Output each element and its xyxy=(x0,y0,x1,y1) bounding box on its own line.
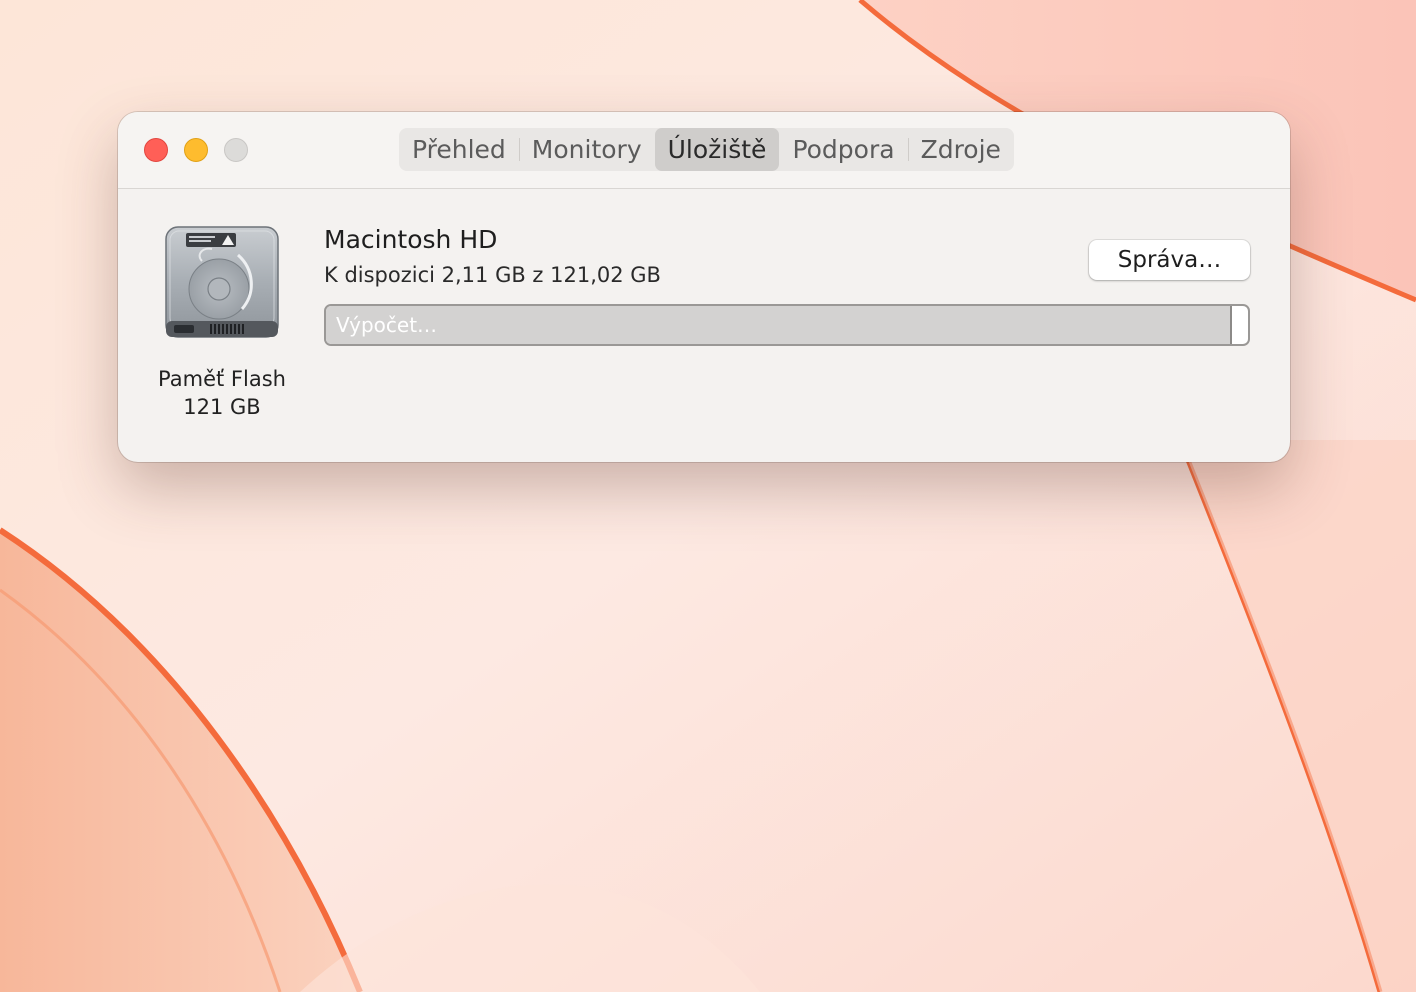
hard-drive-icon xyxy=(165,226,279,338)
storage-usage-bar: Výpočet… xyxy=(324,304,1250,346)
tab-podpora[interactable]: Podpora xyxy=(779,128,907,171)
volume-name: Macintosh HD xyxy=(324,225,498,254)
tab-uloziste[interactable]: Úložiště xyxy=(654,128,780,171)
close-window-button[interactable] xyxy=(144,138,168,162)
tab-zdroje[interactable]: Zdroje xyxy=(907,128,1014,171)
desktop: Přehled Monitory Úložiště Podpora Zdroje xyxy=(0,0,1416,992)
disk-size-label: 121 GB xyxy=(183,395,261,419)
minimize-window-button[interactable] xyxy=(184,138,208,162)
segmented-tab-bar: Přehled Monitory Úložiště Podpora Zdroje xyxy=(399,128,1014,171)
disk-type-label: Paměť Flash xyxy=(158,367,286,391)
volume-free-space: K dispozici 2,11 GB z 121,02 GB xyxy=(324,263,661,287)
disk-caption: Paměť Flash 121 GB xyxy=(138,365,306,421)
storage-usage-fill xyxy=(326,306,1232,344)
storage-panel: Paměť Flash 121 GB Macintosh HD K dispoz… xyxy=(118,189,1290,462)
tab-prehled[interactable]: Přehled xyxy=(399,128,519,171)
tab-monitory[interactable]: Monitory xyxy=(518,128,655,171)
system-information-window: Přehled Monitory Úložiště Podpora Zdroje xyxy=(118,112,1290,462)
manage-storage-button[interactable]: Správa… xyxy=(1089,240,1250,280)
storage-bar-status: Výpočet… xyxy=(336,313,438,337)
zoom-window-button xyxy=(224,138,248,162)
title-bar[interactable]: Přehled Monitory Úložiště Podpora Zdroje xyxy=(118,112,1290,189)
